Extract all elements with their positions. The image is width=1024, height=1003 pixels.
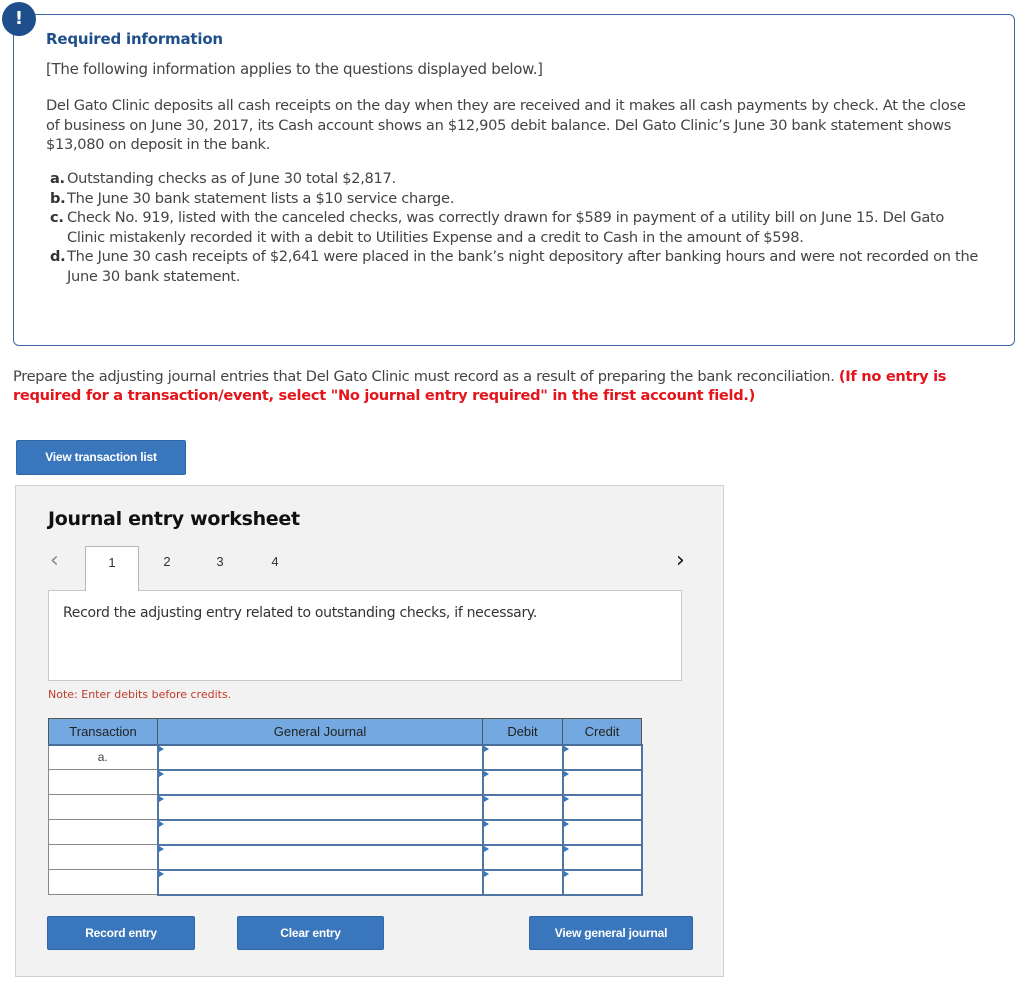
table-row: a. xyxy=(48,743,643,771)
debit-cell[interactable] xyxy=(481,793,564,821)
info-items-list: a. Outstanding checks as of June 30 total… xyxy=(50,169,980,286)
credit-cell[interactable] xyxy=(561,818,643,846)
worksheet-tab-1[interactable]: 1 xyxy=(85,546,139,591)
debit-cell[interactable] xyxy=(481,818,564,846)
required-information-title: Required information xyxy=(46,30,223,48)
credit-input[interactable] xyxy=(563,870,641,894)
question-prompt: Prepare the adjusting journal entries th… xyxy=(13,367,1003,405)
transaction-cell xyxy=(48,819,158,845)
debit-input[interactable] xyxy=(483,820,562,844)
account-input[interactable] xyxy=(158,870,482,894)
debit-input[interactable] xyxy=(483,745,562,769)
view-general-journal-button[interactable]: View general journal xyxy=(529,916,693,950)
debit-input[interactable] xyxy=(483,770,562,794)
credit-cell[interactable] xyxy=(561,843,643,871)
info-item-label: b. xyxy=(50,189,66,207)
credit-input[interactable] xyxy=(563,745,641,769)
credit-cell[interactable] xyxy=(561,768,643,796)
prompt-text: Prepare the adjusting journal entries th… xyxy=(13,368,839,385)
transaction-cell: a. xyxy=(48,744,158,770)
account-input[interactable] xyxy=(158,770,482,794)
credit-cell[interactable] xyxy=(561,868,643,896)
account-input[interactable] xyxy=(158,845,482,869)
clear-entry-button[interactable]: Clear entry xyxy=(237,916,384,950)
transaction-cell xyxy=(48,844,158,870)
credit-input[interactable] xyxy=(563,770,641,794)
debit-input[interactable] xyxy=(483,845,562,869)
view-transaction-list-button[interactable]: View transaction list xyxy=(16,440,186,475)
record-entry-button[interactable]: Record entry xyxy=(47,916,195,950)
debit-cell[interactable] xyxy=(481,868,564,896)
info-item: c. Check No. 919, listed with the cancele… xyxy=(50,208,980,247)
account-cell[interactable] xyxy=(156,768,484,796)
table-row xyxy=(48,818,643,846)
debit-cell[interactable] xyxy=(481,843,564,871)
info-item-text: The June 30 cash receipts of $2,641 were… xyxy=(67,248,979,285)
header-credit: Credit xyxy=(562,718,642,746)
header-transaction: Transaction xyxy=(48,718,158,746)
credit-input[interactable] xyxy=(563,795,641,819)
credit-cell[interactable] xyxy=(561,793,643,821)
info-item-label: c. xyxy=(50,209,64,226)
transaction-cell xyxy=(48,794,158,820)
account-input[interactable] xyxy=(158,820,482,844)
header-debit: Debit xyxy=(482,718,563,746)
debit-cell[interactable] xyxy=(481,743,564,771)
info-item: b. The June 30 bank statement lists a $10… xyxy=(50,189,980,209)
debit-input[interactable] xyxy=(483,870,562,894)
info-item-label: a. xyxy=(50,170,65,187)
credit-input[interactable] xyxy=(563,820,641,844)
alert-icon: ! xyxy=(2,2,36,36)
account-input[interactable] xyxy=(158,745,482,769)
info-item: a. Outstanding checks as of June 30 total… xyxy=(50,169,980,189)
worksheet-tab-3[interactable]: 3 xyxy=(193,546,247,590)
worksheet-instruction: Record the adjusting entry related to ou… xyxy=(63,605,538,621)
info-item: d. The June 30 cash receipts of $2,641 we… xyxy=(50,247,980,286)
info-item-text: Outstanding checks as of June 30 total $… xyxy=(67,170,396,187)
info-item-text: The June 30 bank statement lists a $10 s… xyxy=(67,189,455,207)
transaction-cell xyxy=(48,769,158,795)
account-cell[interactable] xyxy=(156,793,484,821)
credit-input[interactable] xyxy=(563,845,641,869)
journal-table: Transaction General Journal Debit Credit… xyxy=(48,718,643,896)
previous-chevron-icon[interactable]: ‹ xyxy=(50,548,59,573)
worksheet-title: Journal entry worksheet xyxy=(48,508,300,530)
account-cell[interactable] xyxy=(156,868,484,896)
info-item-label: d. xyxy=(50,248,66,265)
journal-entry-worksheet: Journal entry worksheet ‹ 1 2 3 4 › Reco… xyxy=(15,485,724,977)
credit-cell[interactable] xyxy=(561,743,643,771)
table-row xyxy=(48,868,643,896)
table-row xyxy=(48,843,643,871)
journal-table-header: Transaction General Journal Debit Credit xyxy=(48,718,642,746)
worksheet-note: Note: Enter debits before credits. xyxy=(48,688,232,701)
account-cell[interactable] xyxy=(156,818,484,846)
debit-cell[interactable] xyxy=(481,768,564,796)
worksheet-tab-4[interactable]: 4 xyxy=(248,546,302,590)
table-row xyxy=(48,768,643,796)
debit-input[interactable] xyxy=(483,795,562,819)
account-input[interactable] xyxy=(158,795,482,819)
transaction-cell xyxy=(48,869,158,895)
info-item-text: Check No. 919, listed with the canceled … xyxy=(67,209,945,246)
account-cell[interactable] xyxy=(156,743,484,771)
next-chevron-icon[interactable]: › xyxy=(676,548,685,573)
header-general-journal: General Journal xyxy=(157,718,483,746)
worksheet-instruction-box: Record the adjusting entry related to ou… xyxy=(48,590,682,681)
info-subtitle: [The following information applies to th… xyxy=(46,60,543,78)
info-paragraph: Del Gato Clinic deposits all cash receip… xyxy=(46,97,966,153)
worksheet-tab-2[interactable]: 2 xyxy=(140,546,194,590)
table-row xyxy=(48,793,643,821)
account-cell[interactable] xyxy=(156,843,484,871)
